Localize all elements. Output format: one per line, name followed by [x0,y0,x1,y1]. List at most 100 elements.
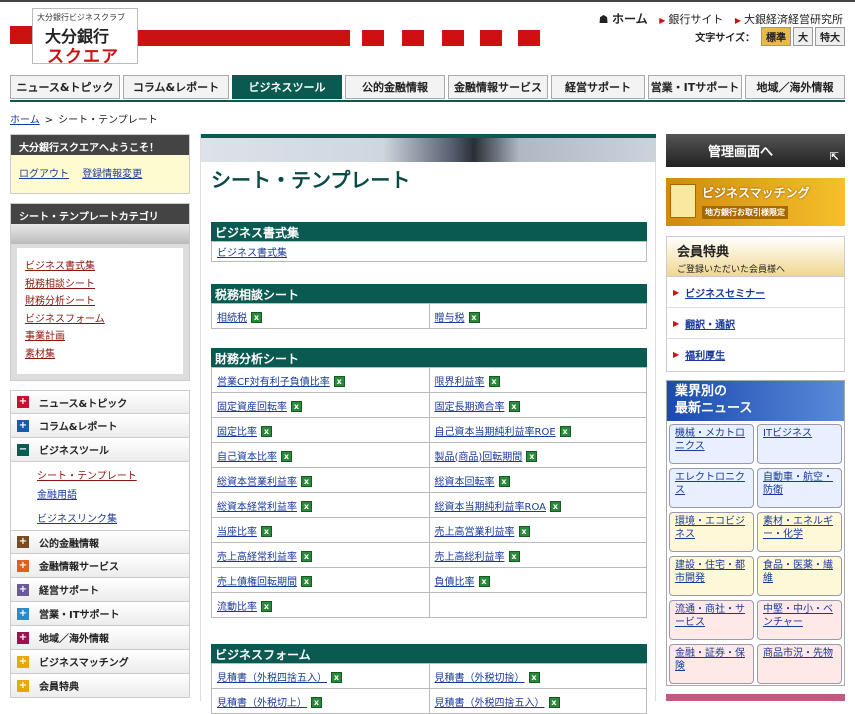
sidebar-item-region[interactable]: + 地域／海外情報 [10,626,190,650]
industry-news-link[interactable]: 流通・商社・サービス [675,604,745,628]
sidebar-item-news[interactable]: + ニュース&トピック [10,390,190,414]
category-item[interactable]: 財務分析シート [25,293,175,311]
industry-news-item[interactable]: 機械・メカトロニクス [669,424,754,464]
breadcrumb-home[interactable]: ホーム [10,115,40,126]
excel-icon[interactable]: x [478,576,490,587]
member-item-translation[interactable]: ▶ 翻訳・通訳 [667,308,844,339]
excel-icon[interactable]: x [508,551,520,562]
template-link[interactable]: 固定比率 [217,427,257,438]
industry-news-item[interactable]: 食品・医薬・繊維 [757,556,842,596]
member-item-seminar[interactable]: ▶ ビジネスセミナー [667,277,844,308]
template-link[interactable]: 見積書（外税四捨五入） [435,698,545,709]
excel-icon[interactable]: x [498,476,510,487]
logout-link[interactable]: ログアウト [19,169,69,180]
template-link[interactable]: 見積書（外税四捨五入） [217,673,327,684]
excel-icon[interactable]: x [301,551,312,562]
template-link[interactable]: 相続税 [217,313,247,324]
sidebar-subitem[interactable]: 金融用語 [10,483,190,504]
industry-news-link[interactable]: 環境・エコビジネス [675,516,745,540]
sidebar-subitem[interactable]: ビジネスリンク集 [10,504,190,530]
site-logo[interactable]: 大分銀行ビジネスクラブ 大分銀行 スクエア [32,8,138,67]
sidebar-item-public-finance[interactable]: + 公的金融情報 [10,530,190,554]
template-link[interactable]: 固定資産回転率 [217,402,287,413]
category-item[interactable]: ビジネスフォーム [25,311,175,329]
template-link[interactable]: 見積書（外税切上） [217,698,307,709]
bank-site-link[interactable]: 銀行サイト [668,13,723,26]
industry-news-item[interactable]: 商品市況・先物 [757,644,842,684]
excel-icon[interactable]: x [301,576,312,587]
template-link[interactable]: 営業CF対有利子負債比率 [217,377,330,388]
excel-icon[interactable]: x [281,451,292,462]
sidebar-subitem[interactable]: シート・テンプレート [10,462,190,483]
excel-icon[interactable]: x [261,601,272,612]
industry-news-link[interactable]: 素材・エネルギー・化学 [763,516,833,540]
template-link[interactable]: 当座比率 [217,527,257,538]
template-link[interactable]: 売上高営業利益率 [435,527,515,538]
excel-icon[interactable]: x [468,312,480,323]
industry-news-link[interactable]: 自動車・航空・防衛 [763,472,833,496]
excel-icon[interactable]: x [559,426,571,437]
profile-edit-link[interactable]: 登録情報変更 [82,169,142,180]
excel-icon[interactable]: x [528,672,540,683]
excel-icon[interactable]: x [488,376,500,387]
font-size-large[interactable]: 大 [793,27,813,46]
font-size-standard[interactable]: 標準 [761,27,791,46]
industry-news-item[interactable]: エレクトロニクス [669,468,754,508]
excel-icon[interactable]: x [291,401,302,412]
industry-news-item[interactable]: 環境・エコビジネス [669,512,754,552]
excel-icon[interactable]: x [508,401,520,412]
admin-button[interactable]: 管理画面へ ⇱ [666,134,845,167]
sidebar-item-business-tools[interactable]: − ビジネスツール [10,438,190,462]
sidebar-subitem-link[interactable]: ビジネスリンク集 [37,510,117,525]
industry-news-link[interactable]: 建設・住宅・都市開発 [675,560,745,584]
member-link[interactable]: 翻訳・通訳 [685,316,735,331]
tab-column-report[interactable]: コラム&レポート [123,75,229,99]
tab-news-topics[interactable]: ニュース&トピック [10,75,120,99]
sidebar-item-management[interactable]: + 経営サポート [10,578,190,602]
institute-link[interactable]: 大銀経済経営研究所 [744,13,843,26]
template-link[interactable]: 売上債権回転期間 [217,577,297,588]
tab-management-support[interactable]: 経営サポート [551,75,645,99]
industry-news-link[interactable]: 機械・メカトロニクス [675,428,745,452]
excel-icon[interactable]: x [301,501,312,512]
industry-news-item[interactable]: 素材・エネルギー・化学 [757,512,842,552]
home-link[interactable]: ホーム [612,12,648,26]
excel-icon[interactable]: x [333,376,345,387]
member-link[interactable]: 福利厚生 [685,347,725,362]
excel-icon[interactable]: x [261,526,272,537]
tab-finance-service[interactable]: 金融情報サービス [448,75,548,99]
excel-icon[interactable]: x [261,426,272,437]
industry-news-link[interactable]: 金融・証券・保険 [675,648,745,672]
member-link[interactable]: ビジネスセミナー [685,285,765,300]
template-link[interactable]: 贈与税 [435,313,465,324]
template-link[interactable]: 見積書（外税切捨） [435,673,525,684]
tab-business-tools[interactable]: ビジネスツール [232,75,342,99]
business-matching-banner[interactable]: ビジネスマッチング 地方銀行お取引様限定 [666,178,845,226]
excel-icon[interactable]: x [311,697,322,708]
industry-news-link[interactable]: エレクトロニクス [675,472,745,496]
template-link[interactable]: 流動比率 [217,602,257,613]
template-link[interactable]: 総資本営業利益率 [217,477,297,488]
sidebar-subitem-link[interactable]: 金融用語 [37,486,77,501]
tab-region-overseas[interactable]: 地域／海外情報 [745,75,845,99]
category-item[interactable]: 素材集 [25,346,175,364]
industry-news-link[interactable]: ITビジネス [763,428,812,439]
industry-news-item[interactable]: 建設・住宅・都市開発 [669,556,754,596]
tab-sales-it-support[interactable]: 営業・ITサポート [648,75,742,99]
industry-news-item[interactable]: 金融・証券・保険 [669,644,754,684]
template-link[interactable]: 負債比率 [435,577,475,588]
tab-public-finance[interactable]: 公的金融情報 [345,75,445,99]
template-link[interactable]: 自己資本比率 [217,452,277,463]
industry-news-link[interactable]: 中堅・中小・ベンチャー [763,604,833,628]
industry-news-link[interactable]: 食品・医薬・繊維 [763,560,833,584]
sidebar-item-member[interactable]: + 会員特典 [10,674,190,698]
template-link[interactable]: ビジネス書式集 [217,248,287,259]
template-link[interactable]: 限界利益率 [435,377,485,388]
excel-icon[interactable]: x [548,697,560,708]
sidebar-item-sales-it[interactable]: + 営業・ITサポート [10,602,190,626]
sidebar-item-finance-service[interactable]: + 金融情報サービス [10,554,190,578]
category-item[interactable]: ビジネス書式集 [25,258,175,276]
template-link[interactable]: 総資本経常利益率 [217,502,297,513]
template-link[interactable]: 固定長期適合率 [435,402,505,413]
excel-icon[interactable]: x [518,526,530,537]
